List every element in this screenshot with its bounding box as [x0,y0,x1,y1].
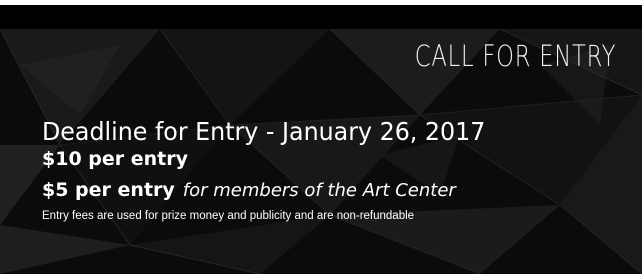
member-fee: $5 per entry [42,179,175,201]
fine-print: Entry fees are used for prize money and … [42,210,415,222]
member-fee-line: $5 per entry for members of the Art Cent… [42,179,456,201]
call-for-entry-banner: CALL FOR ENTRY Deadline for Entry - Janu… [0,5,642,274]
standard-fee: $10 per entry [42,148,188,170]
member-fee-note: for members of the Art Center [182,180,456,201]
deadline-text: Deadline for Entry - January 26, 2017 [42,117,486,146]
top-strip [0,5,642,29]
page: CALL FOR ENTRY Deadline for Entry - Janu… [0,0,642,274]
headline: CALL FOR ENTRY [414,39,616,73]
